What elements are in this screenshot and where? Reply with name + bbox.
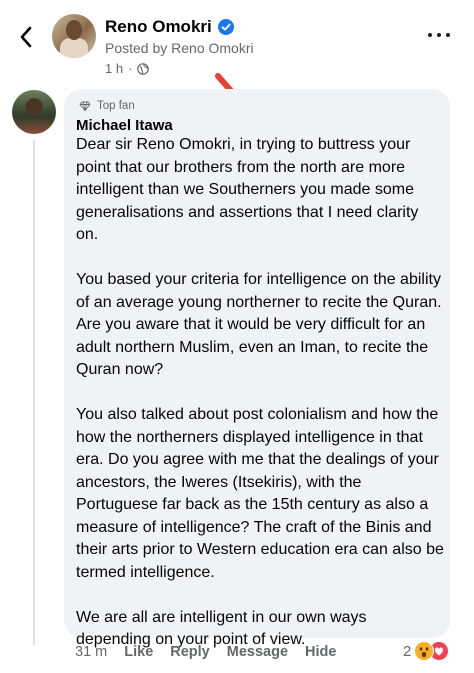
back-button[interactable] — [14, 24, 38, 50]
comment-paragraph: Dear sir Reno Omokri, in trying to buttr… — [76, 136, 419, 243]
thread-line — [33, 140, 35, 645]
post-meta: 1 h · — [105, 61, 150, 76]
reaction-count: 2 — [403, 642, 412, 660]
comment-actions: 31 m Like Reply Message Hide — [75, 644, 353, 660]
top-fan-badge: Top fan — [79, 100, 135, 112]
hide-button[interactable]: Hide — [305, 644, 336, 660]
globe-icon — [137, 62, 150, 75]
comment-text: Dear sir Reno Omokri, in trying to buttr… — [76, 134, 444, 652]
post-age[interactable]: 1 h — [105, 61, 123, 76]
verified-badge-icon — [217, 19, 234, 35]
comment-paragraph: You also talked about post colonialism a… — [76, 406, 444, 581]
dot-icon — [437, 33, 441, 37]
message-button[interactable]: Message — [227, 644, 288, 660]
author-avatar[interactable] — [52, 14, 96, 58]
comment-author-name[interactable]: Michael Itawa — [76, 117, 173, 134]
post-author-name[interactable]: Reno Omokri — [105, 17, 212, 37]
commenter-avatar[interactable] — [12, 90, 56, 134]
more-options-button[interactable] — [428, 28, 450, 42]
comment-time[interactable]: 31 m — [75, 644, 107, 660]
reply-button[interactable]: Reply — [170, 644, 210, 660]
badge-label: Top fan — [97, 100, 135, 112]
reaction-summary[interactable]: 2 — [403, 641, 450, 661]
comment-paragraph: You based your criteria for intelligence… — [76, 271, 442, 378]
meta-separator: · — [128, 61, 133, 76]
comment-bubble[interactable]: Top fan Michael Itawa Dear sir Reno Omok… — [64, 89, 450, 648]
like-button[interactable]: Like — [124, 644, 153, 660]
wow-icon — [414, 641, 435, 661]
dot-icon — [428, 33, 432, 37]
posted-by-label: Posted by Reno Omokri — [105, 40, 254, 56]
chevron-left-icon — [20, 26, 32, 48]
diamond-icon — [79, 101, 91, 111]
dot-icon — [446, 33, 450, 37]
